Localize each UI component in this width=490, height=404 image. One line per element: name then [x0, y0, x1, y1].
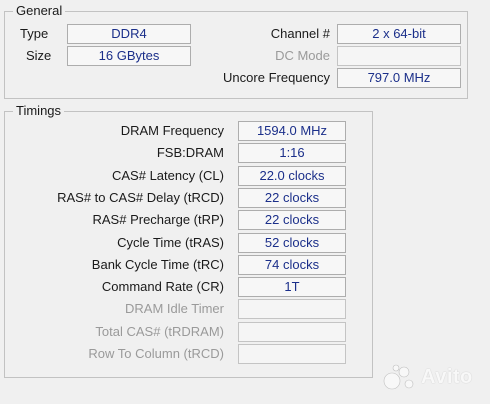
- dc-mode-field: [337, 46, 461, 66]
- timing-value-field: 52 clocks: [238, 233, 346, 253]
- timing-label: Row To Column (tRCD): [88, 346, 224, 361]
- general-group-title: General: [13, 3, 66, 19]
- avito-watermark: Avito: [383, 364, 483, 392]
- uncore-frequency-field: 797.0 MHz: [337, 68, 461, 88]
- timing-value-field: 1T: [238, 277, 346, 297]
- timing-label: RAS# Precharge (tRP): [92, 212, 225, 227]
- channel-label: Channel #: [270, 26, 330, 41]
- timing-value-field: [238, 322, 346, 342]
- timing-label: FSB:DRAM: [156, 145, 224, 160]
- size-label: Size: [26, 48, 52, 63]
- timing-label: RAS# to CAS# Delay (tRCD): [57, 190, 224, 205]
- timing-value-field: 1:16: [238, 143, 346, 163]
- timing-label: CAS# Latency (CL): [112, 168, 224, 183]
- avito-logo-icon: [383, 364, 414, 390]
- timings-group-title: Timings: [13, 103, 65, 119]
- uncore-frequency-label: Uncore Frequency: [223, 70, 330, 85]
- type-field: DDR4: [67, 24, 191, 44]
- timing-value-field: 74 clocks: [238, 255, 346, 275]
- timing-value-field: 1594.0 MHz: [238, 121, 346, 141]
- watermark-text: Avito: [421, 366, 473, 388]
- type-label: Type: [20, 26, 49, 41]
- timing-label: Bank Cycle Time (tRC): [91, 257, 224, 272]
- timing-value-field: [238, 344, 346, 364]
- timing-label: Total CAS# (tRDRAM): [95, 324, 224, 339]
- timing-label: Cycle Time (tRAS): [117, 235, 224, 250]
- timing-label: DRAM Idle Timer: [125, 301, 224, 316]
- timing-value-field: [238, 299, 346, 319]
- size-field: 16 GBytes: [67, 46, 191, 66]
- timing-value-field: 22 clocks: [238, 188, 346, 208]
- timing-value-field: 22 clocks: [238, 210, 346, 230]
- timing-label: Command Rate (CR): [101, 279, 224, 294]
- timing-value-field: 22.0 clocks: [238, 166, 346, 186]
- dc-mode-label: DC Mode: [275, 48, 330, 63]
- timing-label: DRAM Frequency: [120, 123, 224, 138]
- channel-field: 2 x 64-bit: [337, 24, 461, 44]
